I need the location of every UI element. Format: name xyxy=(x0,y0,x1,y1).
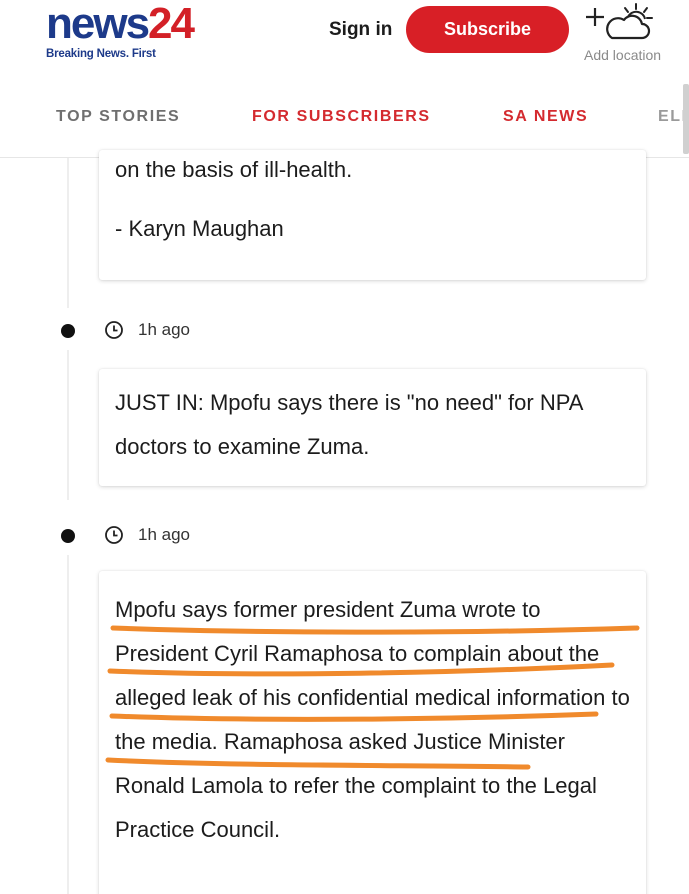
news24-logo[interactable]: news24 Breaking News. First xyxy=(46,0,195,61)
timestamp: 1h ago xyxy=(138,525,190,544)
timestamp: 1h ago xyxy=(138,320,190,339)
timeline-connector xyxy=(67,158,69,308)
tab-for-subscribers[interactable]: FOR SUBSCRIBERS xyxy=(252,108,431,126)
update-text: on the basis of ill-health. xyxy=(115,157,353,182)
subscribe-button[interactable]: Subscribe xyxy=(406,6,569,53)
weather-add-icon xyxy=(586,3,653,40)
add-location-widget[interactable]: Add location xyxy=(582,2,672,72)
logo-24-text: 24 xyxy=(148,0,195,48)
nav-scrollbar[interactable] xyxy=(683,84,689,154)
timeline-dot xyxy=(61,529,75,543)
site-header: news24 Breaking News. First Sign in Subs… xyxy=(0,0,689,78)
timeline-connector xyxy=(67,350,69,500)
update-text: Mpofu says former president Zuma wrote t… xyxy=(115,597,630,842)
clock-icon xyxy=(105,526,123,544)
timeline-connector xyxy=(67,555,69,894)
update-author: - Karyn Maughan xyxy=(115,216,284,241)
update-text: JUST IN: Mpofu says there is "no need" f… xyxy=(115,390,583,459)
logo-tagline: Breaking News. First xyxy=(46,48,156,60)
section-nav: TOP STORIES FOR SUBSCRIBERS SA NEWS ELE xyxy=(0,78,689,158)
add-location-label: Add location xyxy=(584,47,662,63)
timeline-dot xyxy=(61,324,75,338)
logo-news-text: news xyxy=(46,0,150,48)
live-update-card: on the basis of ill-health. - Karyn Maug… xyxy=(99,150,646,280)
live-update-card: Mpofu says former president Zuma wrote t… xyxy=(99,571,646,894)
tab-top-stories[interactable]: TOP STORIES xyxy=(56,108,180,126)
sign-in-link[interactable]: Sign in xyxy=(329,19,392,41)
live-update-card: JUST IN: Mpofu says there is "no need" f… xyxy=(99,369,646,486)
logo-wordmark: news24 xyxy=(46,0,195,48)
tab-sa-news[interactable]: SA NEWS xyxy=(503,108,588,126)
clock-icon xyxy=(105,321,123,339)
timestamp-row: 1h ago xyxy=(104,525,190,545)
timestamp-row: 1h ago xyxy=(104,320,190,340)
